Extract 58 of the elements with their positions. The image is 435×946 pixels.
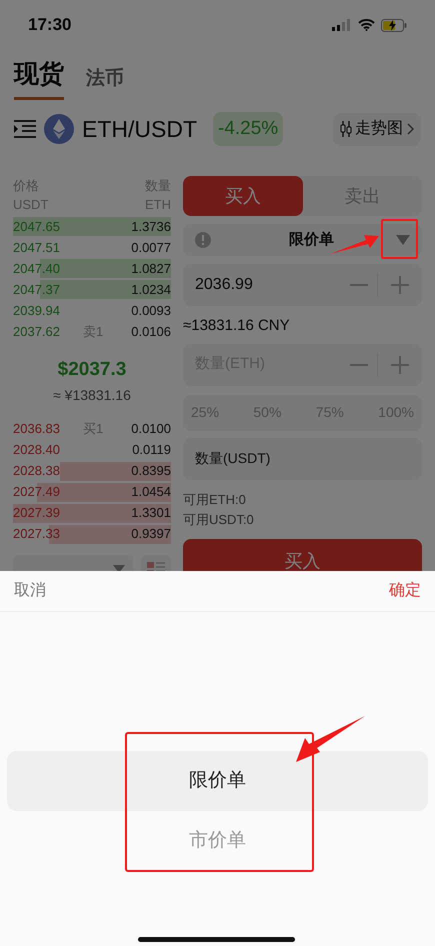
total-input[interactable]: 数量(USDT) (195, 448, 410, 469)
status-time: 17:30 (28, 14, 72, 36)
price-text: 2027.49 (13, 483, 60, 502)
available-balance: 可用ETH:0 (183, 490, 247, 508)
price-cny: ≈13831.16 CNY (183, 316, 291, 336)
price-field[interactable]: 2036.99 (183, 264, 422, 306)
signal-icon (332, 19, 352, 31)
candlestick-icon (340, 121, 352, 137)
annotation-arrow (295, 714, 367, 764)
chart-button[interactable]: 走势图 (333, 112, 421, 146)
total-field[interactable]: 数量(USDT) (183, 438, 422, 480)
battery-icon (381, 18, 407, 32)
minus-icon[interactable] (350, 364, 368, 366)
picker-option[interactable]: 市价单 (7, 811, 428, 871)
wifi-icon (358, 19, 375, 31)
price-text: 2039.94 (13, 302, 60, 320)
price-text: 2027.33 (13, 525, 60, 544)
amount-text: 1.3736 (131, 218, 171, 236)
dropdown-icon (396, 235, 410, 245)
side-tab[interactable]: 买入 (183, 176, 302, 216)
change-percent: -4.25% (213, 112, 284, 146)
available-balance: 可用USDT:0 (183, 510, 255, 528)
amount-text: 1.0827 (131, 260, 171, 278)
price-text: 2028.40 (13, 441, 60, 460)
plus-icon[interactable] (391, 356, 409, 374)
amount-text: 0.0077 (131, 238, 171, 257)
amount-text: 1.0234 (131, 280, 171, 299)
ethereum-icon (44, 114, 74, 144)
chevron-right-icon (406, 123, 414, 135)
price-text: 2037.62 (13, 322, 60, 341)
pair-symbol: ETH/USDT (82, 114, 197, 144)
amount-text: 1.3301 (131, 504, 171, 522)
last-price: $2037.3 (58, 358, 126, 382)
market-tab[interactable]: 现货 (14, 56, 64, 100)
amount-text: 0.8395 (131, 462, 171, 480)
price-text: 2028.38 (13, 462, 60, 480)
price-text: 2047.51 (13, 238, 60, 257)
amount-text: 0.0093 (131, 302, 171, 320)
price-text: 2047.40 (13, 260, 60, 278)
price-text: 2047.37 (13, 280, 60, 299)
amount-text: 1.0454 (131, 483, 171, 502)
menu-icon[interactable] (14, 120, 36, 138)
highlight-box (381, 219, 418, 259)
price-text: 2027.39 (13, 504, 60, 522)
order-type-select[interactable]: 限价单 (183, 224, 422, 256)
plus-icon[interactable] (391, 276, 409, 294)
market-tab[interactable]: 法币 (86, 64, 124, 100)
price-text: 2047.65 (13, 218, 60, 236)
amount-text: 0.0119 (132, 441, 171, 460)
last-price-cny: ≈ ¥13831.16 (53, 386, 131, 404)
picker-option[interactable]: 限价单 (7, 751, 428, 811)
amount-text: 0.9397 (131, 525, 171, 544)
info-icon (195, 232, 211, 248)
cancel-button[interactable]: 取消 (14, 579, 46, 603)
minus-icon[interactable] (350, 284, 368, 286)
amount-text: 0.0106 (131, 322, 171, 341)
price-text: 2036.83 (13, 420, 60, 438)
amount-text: 0.0100 (131, 420, 171, 438)
